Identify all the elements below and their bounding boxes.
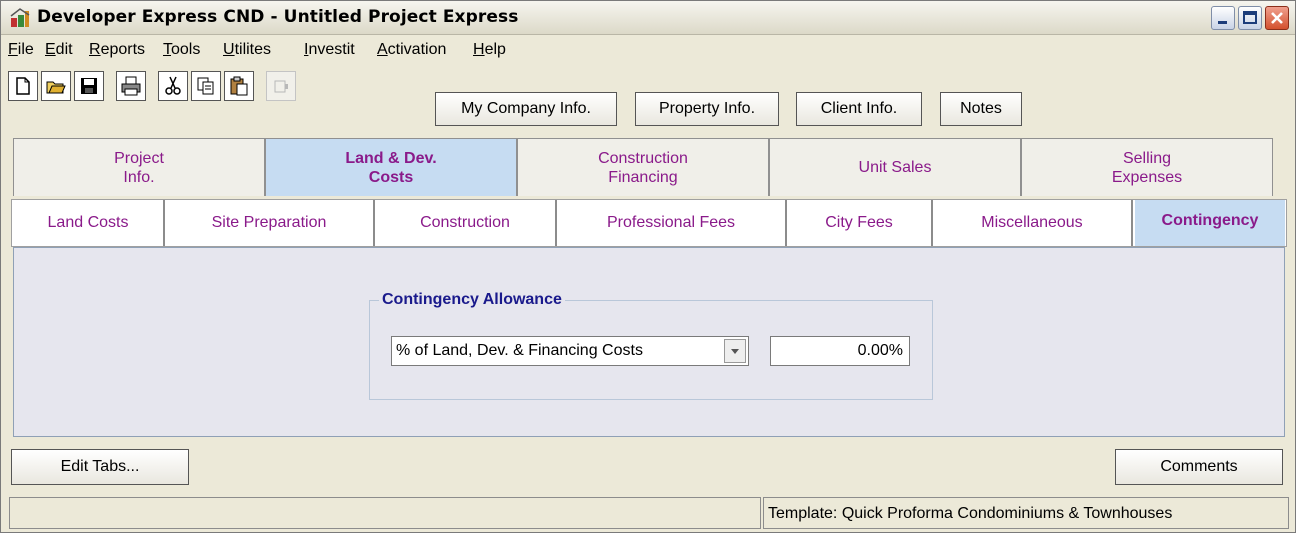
subtab-construction[interactable]: Construction xyxy=(375,200,557,246)
tab-label: Unit Sales xyxy=(858,159,932,176)
paste-button[interactable] xyxy=(224,71,254,101)
print-button[interactable] xyxy=(116,71,146,101)
tab-label: Construction Financing xyxy=(598,149,688,186)
dropdown-button[interactable] xyxy=(724,339,746,363)
contingency-basis-select[interactable]: % of Land, Dev. & Financing Costs xyxy=(391,336,749,366)
save-button[interactable] xyxy=(74,71,104,101)
subtab-contingency[interactable]: Contingency xyxy=(1135,200,1285,246)
edit-tabs-button[interactable]: Edit Tabs... xyxy=(11,449,189,485)
menu-tools[interactable]: Tools xyxy=(163,41,200,59)
client-info-button[interactable]: Client Info. xyxy=(796,92,922,126)
copy-button[interactable] xyxy=(191,71,221,101)
notes-button[interactable]: Notes xyxy=(940,92,1022,126)
cut-button[interactable] xyxy=(158,71,188,101)
minimize-button[interactable] xyxy=(1211,6,1235,30)
print-icon xyxy=(121,76,141,96)
status-template: Template: Quick Proforma Condominiums & … xyxy=(763,497,1289,529)
chevron-down-icon xyxy=(731,349,739,354)
tab-selling-expenses[interactable]: Selling Expenses xyxy=(1021,138,1273,196)
open-folder-icon xyxy=(46,81,66,94)
open-button[interactable] xyxy=(41,71,71,101)
menu-help[interactable]: Help xyxy=(473,41,506,59)
menu-investit[interactable]: Investit xyxy=(304,41,355,59)
tab-land-dev-costs[interactable]: Land & Dev. Costs xyxy=(265,138,517,196)
menu-file[interactable]: File xyxy=(8,41,34,59)
maximize-button[interactable] xyxy=(1238,6,1262,30)
save-icon xyxy=(81,78,97,94)
menu-activation[interactable]: Activation xyxy=(377,41,446,59)
minimize-icon xyxy=(1218,21,1227,24)
app-window: Developer Express CND - Untitled Project… xyxy=(0,0,1296,533)
my-company-info-button[interactable]: My Company Info. xyxy=(435,92,617,126)
comments-button[interactable]: Comments xyxy=(1115,449,1283,485)
developer-express-icon xyxy=(10,8,30,27)
new-document-icon xyxy=(16,77,30,95)
contingency-percent-field[interactable]: 0.00% xyxy=(770,336,910,366)
menu-reports[interactable]: Reports xyxy=(89,41,145,59)
menu-utilites[interactable]: Utilites xyxy=(223,41,271,59)
cut-icon xyxy=(165,76,181,95)
subtab-land-costs[interactable]: Land Costs xyxy=(13,200,165,246)
tab-label: Selling Expenses xyxy=(1111,149,1183,186)
menu-edit[interactable]: Edit xyxy=(45,41,73,59)
copy-icon xyxy=(197,77,214,95)
close-button[interactable] xyxy=(1265,6,1289,30)
new-button[interactable] xyxy=(8,71,38,101)
subtab-city-fees[interactable]: City Fees xyxy=(787,200,933,246)
tab-project-info[interactable]: Project Info. xyxy=(13,138,265,196)
disabled-tool-button[interactable] xyxy=(266,71,296,101)
tab-unit-sales[interactable]: Unit Sales xyxy=(769,138,1021,196)
property-info-button[interactable]: Property Info. xyxy=(635,92,779,126)
close-icon xyxy=(1271,12,1283,24)
tab-label: Land & Dev. Costs xyxy=(345,149,437,186)
subtab-professional-fees[interactable]: Professional Fees xyxy=(557,200,787,246)
maximize-icon xyxy=(1243,11,1257,24)
group-title: Contingency Allowance xyxy=(379,291,565,309)
tab-construction-financing[interactable]: Construction Financing xyxy=(517,138,769,196)
paste-icon xyxy=(230,76,248,96)
subtab-site-preparation[interactable]: Site Preparation xyxy=(165,200,375,246)
select-value: % of Land, Dev. & Financing Costs xyxy=(396,342,643,359)
status-left xyxy=(9,497,761,529)
menu-bar: File Edit Reports Tools Utilites Investi… xyxy=(1,35,1295,65)
subtab-miscellaneous[interactable]: Miscellaneous xyxy=(933,200,1133,246)
disabled-tool-icon xyxy=(274,80,288,93)
title-bar[interactable]: Developer Express CND - Untitled Project… xyxy=(1,1,1295,35)
window-title: Developer Express CND - Untitled Project… xyxy=(37,7,519,27)
status-bar: Template: Quick Proforma Condominiums & … xyxy=(9,497,1289,531)
tab-label: Project Info. xyxy=(114,149,164,186)
